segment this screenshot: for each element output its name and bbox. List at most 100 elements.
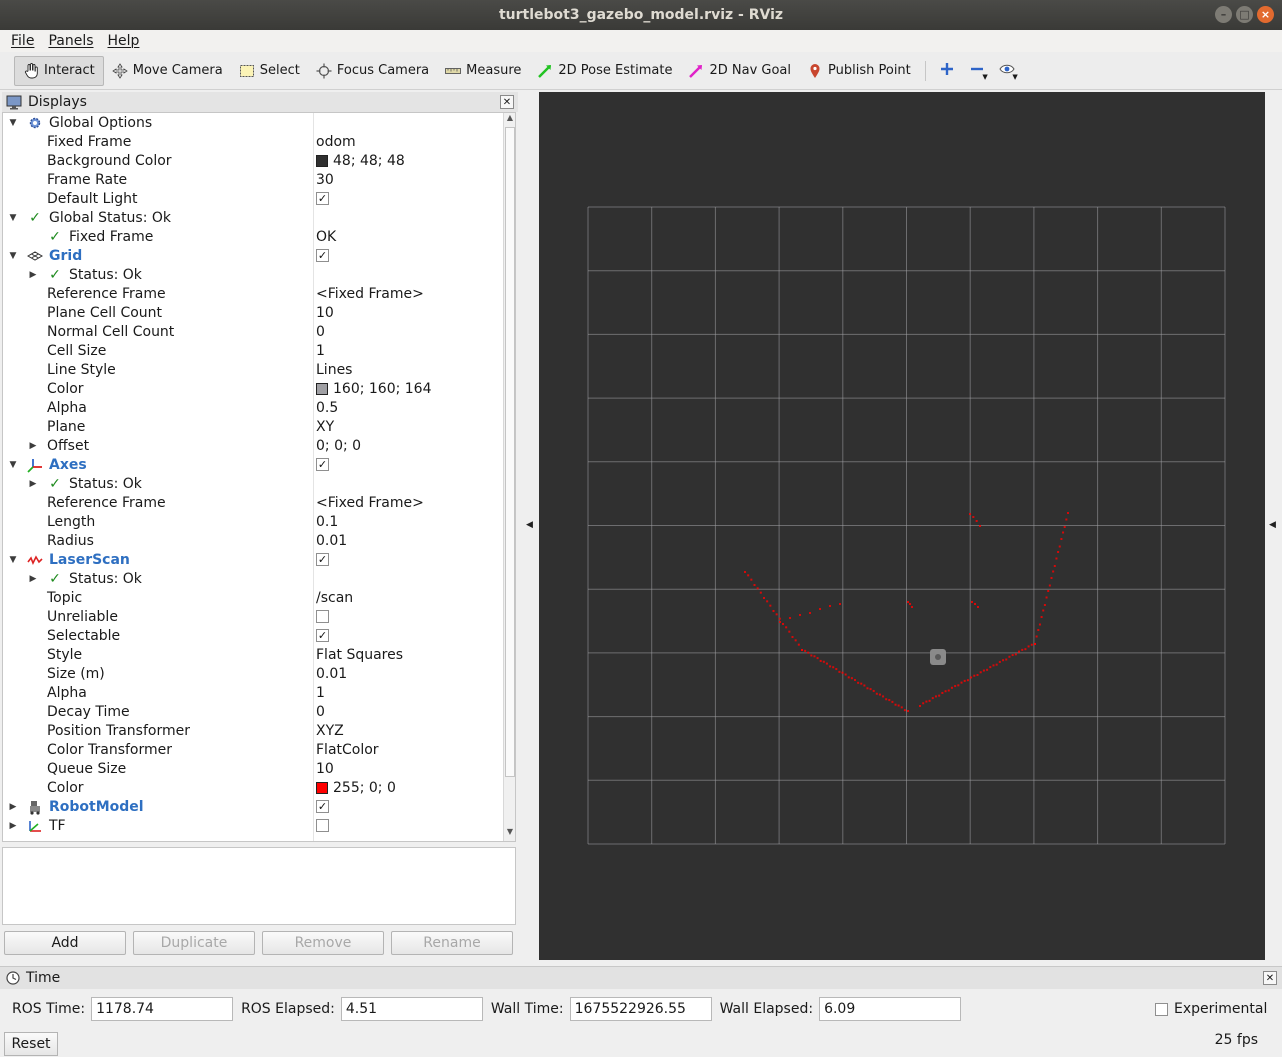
tree-row[interactable]: ▼ Global Options [3,113,515,132]
menu-file[interactable]: File [4,33,41,49]
maximize-button[interactable]: □ [1236,6,1253,23]
tree-row[interactable]: Size (m) 0.01 [3,664,515,683]
property-value[interactable]: XYZ [316,723,344,739]
tree-row[interactable]: Plane XY [3,417,515,436]
tree-row[interactable]: Fixed Frame odom [3,132,515,151]
property-value[interactable]: Flat Squares [316,647,403,663]
collapse-left-icon[interactable]: ◀ [526,520,533,530]
close-icon[interactable]: ✕ [1263,971,1277,985]
tool-focus-camera[interactable]: Focus Camera [308,56,437,86]
tool-publish-point[interactable]: Publish Point [799,56,919,86]
property-value[interactable]: 10 [316,305,334,321]
property-value[interactable]: 0.1 [316,514,338,530]
close-window-button[interactable]: × [1257,6,1274,23]
scrollbar-thumb[interactable] [505,127,515,777]
rename-button[interactable]: Rename [391,931,513,955]
tree-row[interactable]: Cell Size 1 [3,341,515,360]
toolbar-visibility-button[interactable]: ▼ [992,56,1022,86]
displays-scrollbar[interactable]: ▲ ▼ [503,113,515,841]
property-value[interactable]: 1 [316,343,325,359]
tree-row[interactable]: Default Light ✓ [3,189,515,208]
expand-arrow-right-icon[interactable]: ▶ [28,441,38,451]
tool-move-camera[interactable]: Move Camera [104,56,231,86]
remove-tool-button[interactable]: ▼ [962,56,992,86]
tree-row[interactable]: Plane Cell Count 10 [3,303,515,322]
wall-time-field[interactable]: 1675522926.55 [569,997,712,1021]
expand-arrow-down-icon[interactable]: ▼ [8,118,18,128]
tree-row[interactable]: ▶ Offset 0; 0; 0 [3,436,515,455]
property-checkbox[interactable]: ✓ [316,553,329,566]
property-value[interactable]: ✓ [316,249,329,262]
tree-row[interactable]: ▶ TF [3,816,515,835]
expand-arrow-down-icon[interactable]: ▼ [8,460,18,470]
expand-arrow-down-icon[interactable]: ▼ [8,213,18,223]
color-swatch[interactable] [316,382,328,395]
duplicate-button[interactable]: Duplicate [133,931,255,955]
tree-row[interactable]: ▶ RobotModel ✓ [3,797,515,816]
expand-arrow-right-icon[interactable]: ▶ [28,479,38,489]
property-value[interactable]: ✓ [316,553,329,566]
tree-row[interactable]: ▼ ✓ Global Status: Ok [3,208,515,227]
property-checkbox[interactable]: ✓ [316,629,329,642]
property-checkbox[interactable]: ✓ [316,800,329,813]
property-value[interactable]: 0.01 [316,533,347,549]
tree-row[interactable]: Background Color 48; 48; 48 [3,151,515,170]
tree-row[interactable]: Queue Size 10 [3,759,515,778]
property-value[interactable]: 160; 160; 164 [316,381,432,397]
tree-row[interactable]: ▼ Axes ✓ [3,455,515,474]
property-value[interactable]: 0 [316,704,325,720]
property-value[interactable]: odom [316,134,356,150]
expand-arrow-down-icon[interactable]: ▼ [8,251,18,261]
property-value[interactable]: OK [316,229,336,245]
scroll-down-icon[interactable]: ▼ [504,827,515,841]
tree-row[interactable]: Decay Time 0 [3,702,515,721]
tree-row[interactable]: ▼ Grid ✓ [3,246,515,265]
tree-row[interactable]: ✓ Fixed Frame OK [3,227,515,246]
viewport-canvas[interactable] [539,92,1265,960]
property-value[interactable]: ✓ [316,192,329,205]
property-value[interactable]: FlatColor [316,742,379,758]
tree-row[interactable]: Style Flat Squares [3,645,515,664]
property-value[interactable]: <Fixed Frame> [316,286,424,302]
experimental-toggle[interactable]: Experimental [1155,1001,1267,1017]
tool-measure[interactable]: Measure [437,56,529,86]
property-value[interactable]: 0; 0; 0 [316,438,361,454]
expand-arrow-right-icon[interactable]: ▶ [8,802,18,812]
property-value[interactable]: 0.5 [316,400,338,416]
tree-row[interactable]: Selectable ✓ [3,626,515,645]
tree-row[interactable]: Alpha 1 [3,683,515,702]
tree-row[interactable]: ▶ ✓ Status: Ok [3,265,515,284]
render-viewport[interactable] [539,92,1265,960]
expand-arrow-right-icon[interactable]: ▶ [28,270,38,280]
property-checkbox[interactable]: ✓ [316,249,329,262]
color-swatch[interactable] [316,781,328,794]
tree-row[interactable]: Normal Cell Count 0 [3,322,515,341]
add-tool-button[interactable] [932,56,962,86]
tool-2d-pose-estimate[interactable]: 2D Pose Estimate [529,56,680,86]
add-button[interactable]: Add [4,931,126,955]
tree-row[interactable]: ▼ LaserScan ✓ [3,550,515,569]
property-value[interactable]: 48; 48; 48 [316,153,405,169]
property-value[interactable]: /scan [316,590,353,606]
tree-row[interactable]: Color 255; 0; 0 [3,778,515,797]
property-checkbox[interactable]: ✓ [316,458,329,471]
left-splitter[interactable]: ◀ [522,92,538,962]
property-checkbox[interactable] [316,819,329,832]
wall-elapsed-field[interactable]: 6.09 [819,997,962,1021]
property-checkbox[interactable]: ✓ [316,192,329,205]
ros-elapsed-field[interactable]: 4.51 [340,997,483,1021]
property-value[interactable]: <Fixed Frame> [316,495,424,511]
tree-row[interactable]: Color Transformer FlatColor [3,740,515,759]
collapse-right-icon[interactable]: ◀ [1269,520,1276,530]
property-value[interactable]: ✓ [316,800,329,813]
property-value[interactable]: XY [316,419,334,435]
tree-row[interactable]: ▶ ✓ Status: Ok [3,474,515,493]
experimental-checkbox[interactable] [1155,1002,1168,1016]
right-splitter[interactable]: ◀ [1265,92,1282,962]
tree-row[interactable]: Alpha 0.5 [3,398,515,417]
property-value[interactable]: ✓ [316,629,329,642]
property-value[interactable]: 255; 0; 0 [316,780,396,796]
tree-row[interactable]: Color 160; 160; 164 [3,379,515,398]
tree-row[interactable]: Radius 0.01 [3,531,515,550]
tool-select[interactable]: Select [231,56,308,86]
